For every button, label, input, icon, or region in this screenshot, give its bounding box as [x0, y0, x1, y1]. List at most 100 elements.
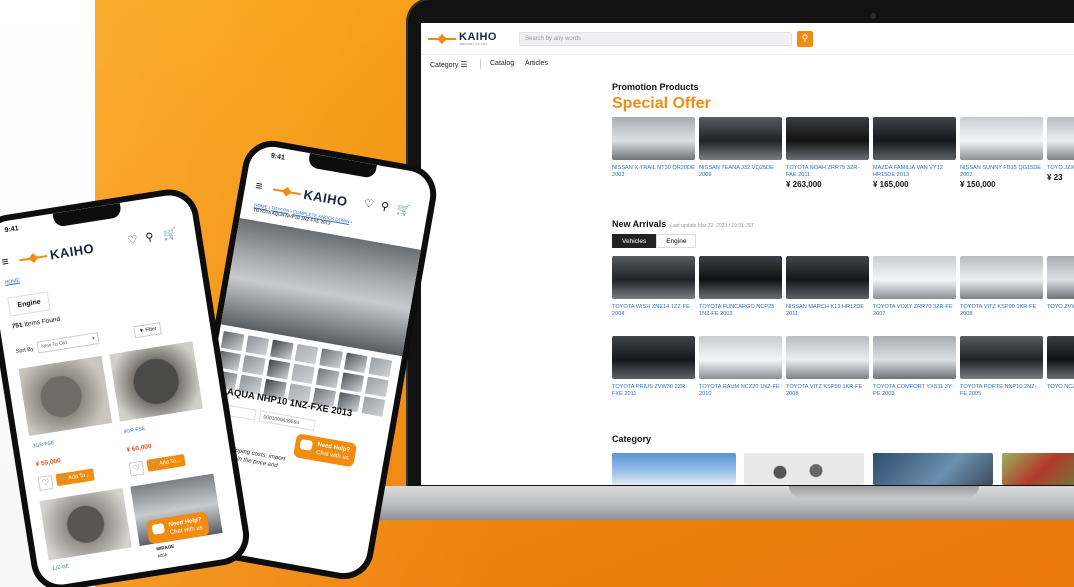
special-offer-car-name[interactable]: TOYO JZX1 [1047, 165, 1074, 172]
new-arrival-car-photo[interactable] [873, 256, 956, 299]
photo-thumbnail[interactable] [266, 359, 291, 380]
photo-thumbnail[interactable] [365, 376, 389, 398]
new-arrival-car-name[interactable]: TOYOTA VITZ KSP90 1KR-FE 2008 [960, 304, 1043, 318]
filter-button[interactable]: ▼ Filter [133, 322, 163, 339]
new-arrival-car-name[interactable]: TOYOTA PRIUS ZVW30 2ZR-FXE 2011 [612, 384, 695, 398]
menu-icon[interactable]: ≡ [1, 254, 10, 269]
special-offer-car-photo[interactable] [612, 117, 695, 160]
new-arrival-car-name[interactable]: TOYO ZVW3 [1047, 304, 1074, 311]
engine-code-2[interactable]: 4GR-FSE [123, 426, 145, 435]
special-offer-car-name[interactable]: TOYOTA NOAH ZRR75 3ZR-FAE 2011 [786, 165, 869, 179]
new-arrival-car-name[interactable]: TOYOTA VITZ KSP90 1KR-FE 2008 [786, 384, 869, 398]
special-offer-car-card[interactable]: NISSAN SUNNY FB15 QG15DE 2002 ¥ 150,000 [960, 117, 1043, 189]
phone-left-logo[interactable]: KAIHO [18, 241, 95, 268]
chat-help-button[interactable]: Need Help? Chat with us [292, 433, 358, 468]
photo-thumbnail[interactable] [340, 372, 365, 393]
search-icon[interactable]: ⚲ [380, 199, 390, 213]
add-to-cart-button-2[interactable]: 🛒 Add To... [146, 454, 186, 472]
nav-articles[interactable]: Articles [525, 60, 548, 67]
new-arrival-car-photo[interactable] [960, 336, 1043, 379]
new-arrival-car-name[interactable]: TOYOTA RAUM NCZ20 1NZ-FE 2010 [699, 384, 782, 398]
photo-thumbnail[interactable] [319, 348, 343, 369]
photo-thumbnail[interactable] [220, 330, 245, 352]
new-arrival-car-card[interactable]: TOYOTA VITZ KSP90 1KR-FE 2008 [960, 256, 1043, 318]
special-offer-car-card[interactable]: MAZDA FAMILIA VAN VY12 HR15DE 2013 ¥ 165,… [873, 117, 956, 189]
new-arrival-car-name[interactable]: TOYOTA COMFORT YXS11 3Y-PE 2003 [873, 384, 956, 398]
new-arrival-car-photo[interactable] [873, 336, 956, 379]
special-offer-car-photo[interactable] [873, 117, 956, 160]
special-offer-car-name[interactable]: MAZDA FAMILIA VAN VY12 HR15DE 2013 [873, 165, 956, 179]
cart-icon[interactable]: 🛒 [396, 202, 412, 217]
special-offer-car-photo[interactable] [960, 117, 1043, 160]
site-logo[interactable]: KAIHO INDUSTRY CO.,LTD. [428, 31, 497, 46]
new-arrival-car-card[interactable]: TOYOTA PORTE NNP10 2NZ-FE 2005 [960, 336, 1043, 398]
category-image-engine[interactable] [873, 453, 993, 485]
new-arrival-car-photo[interactable] [786, 336, 869, 379]
new-arrival-car-photo[interactable] [612, 336, 695, 379]
special-offer-car-name[interactable]: NISSAN SUNNY FB15 QG15DE 2002 [960, 165, 1043, 179]
new-arrival-car-name[interactable]: TOYOTA FUNCARGO NCP25 1NZ-FE 2002 [699, 304, 782, 318]
sort-select[interactable]: New To Old ▾ [36, 331, 100, 354]
new-arrival-car-photo[interactable] [699, 256, 782, 299]
new-arrival-car-name[interactable]: TOYOTA WISH ZNE14 1ZZ-FE 2004 [612, 304, 695, 318]
special-offer-car-card[interactable]: TOYOTA NOAH ZRR75 3ZR-FAE 2011 ¥ 263,000 [786, 117, 869, 189]
photo-thumbnail[interactable] [241, 354, 266, 376]
search-icon[interactable]: ⚲ [145, 230, 155, 244]
favorite-button-2[interactable]: ♡ [128, 460, 145, 477]
new-arrival-car-photo[interactable] [786, 256, 869, 299]
favorite-button-1[interactable]: ♡ [37, 474, 54, 491]
cart-icon[interactable]: 🛒 [162, 226, 177, 241]
search-button[interactable]: ⚲ [797, 31, 813, 47]
special-offer-car-card[interactable]: NISSAN X-TRAIL NT30 QR20DE 2003 [612, 117, 695, 179]
category-image-vehicles[interactable] [612, 453, 736, 485]
new-arrival-car-card[interactable]: TOYOTA COMFORT YXS11 3Y-PE 2003 [873, 336, 956, 398]
new-arrival-car-card[interactable]: TOYOTA PRIUS ZVW30 2ZR-FXE 2011 [612, 336, 695, 398]
new-arrival-car-card[interactable]: TOYO ZVW3 [1047, 256, 1074, 311]
photo-thumbnail[interactable] [315, 367, 340, 389]
new-arrival-car-card[interactable]: TOYO NCZ2 [1047, 336, 1074, 391]
engine-photo-3[interactable] [39, 488, 132, 561]
new-arrival-car-name[interactable]: TOYOTA VOXY ZRR70 3ZR-FE 2007 [873, 304, 956, 318]
tab-engine[interactable]: Engine [656, 234, 697, 248]
nav-catalog[interactable]: Catalog [490, 60, 514, 67]
new-arrival-car-photo[interactable] [960, 256, 1043, 299]
photo-thumbnail[interactable] [368, 356, 393, 378]
photo-thumbnail[interactable] [294, 343, 319, 365]
special-offer-car-photo[interactable] [699, 117, 782, 160]
add-to-cart-button-1[interactable]: 🛒 Add To... [55, 468, 95, 487]
special-offer-car-name[interactable]: NISSAN X-TRAIL NT30 QR20DE 2003 [612, 165, 695, 179]
photo-thumbnail[interactable] [361, 396, 386, 417]
search-input[interactable]: Search by any words [519, 32, 792, 46]
new-arrival-car-photo[interactable] [612, 256, 695, 299]
new-arrival-car-name[interactable]: TOYOTA PORTE NNP10 2NZ-FE 2005 [960, 384, 1043, 398]
new-arrival-car-card[interactable]: NISSAN MARCH K13 HR12DE 2011 [786, 256, 869, 318]
new-arrival-car-photo[interactable] [699, 336, 782, 379]
new-arrival-car-card[interactable]: TOYOTA WISH ZNE14 1ZZ-FE 2004 [612, 256, 695, 318]
new-arrival-car-card[interactable]: TOYOTA RAUM NCZ20 1NZ-FE 2010 [699, 336, 782, 398]
new-arrival-car-card[interactable]: TOYOTA FUNCARGO NCP25 1NZ-FE 2002 [699, 256, 782, 318]
engine-photo-2[interactable] [109, 341, 203, 422]
new-arrival-car-photo[interactable] [1047, 336, 1074, 379]
heart-icon[interactable]: ♡ [127, 233, 139, 247]
photo-thumbnail[interactable] [343, 352, 368, 374]
engine-photo-1[interactable] [18, 355, 113, 436]
photo-thumbnail[interactable] [270, 339, 294, 361]
special-offer-car-card[interactable]: NISSAN TEANA J32 VQ25DE 2009 [699, 117, 782, 179]
new-arrival-car-name[interactable]: NISSAN MARCH K13 HR12DE 2011 [786, 304, 869, 318]
special-offer-car-name[interactable]: NISSAN TEANA J32 VQ25DE 2009 [699, 165, 782, 179]
breadcrumb-home[interactable]: HOME [4, 278, 20, 286]
new-arrival-car-card[interactable]: TOYOTA VITZ KSP90 1KR-FE 2008 [786, 336, 869, 398]
phone-right-logo[interactable]: KAIHO [272, 181, 348, 209]
category-image-machinery[interactable] [1002, 453, 1074, 485]
new-arrival-car-photo[interactable] [1047, 256, 1074, 299]
special-offer-car-photo[interactable] [786, 117, 869, 160]
engine-code-1[interactable]: 3GR-FSE [32, 440, 54, 449]
category-image-parts[interactable] [744, 453, 864, 485]
engine-code-3[interactable]: 1JZ-GE [52, 563, 70, 572]
photo-thumbnail[interactable] [291, 363, 315, 385]
nav-category[interactable]: Category ☰ [430, 60, 468, 69]
menu-icon[interactable]: ≡ [254, 178, 263, 193]
photo-thumbnail[interactable] [245, 335, 270, 356]
tab-vehicles[interactable]: Vehicles [612, 234, 657, 248]
special-offer-car-card[interactable]: TOYO JZX1¥ 23 [1047, 117, 1074, 182]
